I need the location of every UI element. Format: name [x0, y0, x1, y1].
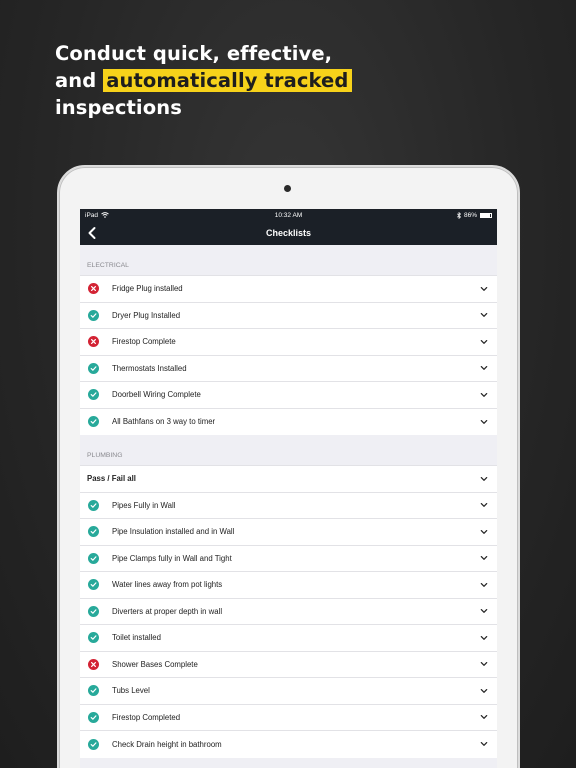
check-icon[interactable] — [88, 605, 99, 617]
checklist-item-label: Dryer Plug Installed — [112, 310, 181, 320]
x-icon[interactable] — [88, 336, 99, 348]
checklist-item[interactable]: Firestop Completed — [80, 705, 497, 731]
status-bar: iPad 10:32 AM 86% — [80, 209, 497, 221]
pass-fail-all-row[interactable]: Pass / Fail all — [80, 466, 497, 493]
chevron-down-icon[interactable] — [480, 391, 488, 399]
checklist-item[interactable]: Pipe Clamps fully in Wall and Tight — [80, 546, 497, 572]
chevron-down-icon[interactable] — [480, 364, 488, 372]
chevron-down-icon[interactable] — [480, 501, 488, 509]
headline-highlight: automatically tracked — [103, 69, 353, 92]
checklist-item-label: Pipes Fully in Wall — [112, 500, 176, 510]
chevron-down-icon[interactable] — [480, 581, 488, 589]
checklist-item-label: Tubs Level — [112, 686, 150, 696]
x-icon[interactable] — [88, 658, 99, 670]
checklist-item[interactable]: Check Drain height in bathroom — [80, 731, 497, 758]
chevron-down-icon[interactable] — [480, 285, 488, 293]
checklist-item[interactable]: Tubs Level — [80, 678, 497, 705]
chevron-down-icon[interactable] — [480, 740, 488, 748]
checklist-item-label: Doorbell Wiring Complete — [112, 390, 201, 400]
checklist-item[interactable]: Firestop Complete — [80, 329, 497, 356]
check-icon[interactable] — [88, 389, 99, 401]
check-icon[interactable] — [88, 711, 99, 723]
headline-line-3: inspections — [55, 96, 182, 119]
checklist-item-label: Firestop Complete — [112, 337, 176, 347]
checklist-item-label: Firestop Completed — [112, 712, 181, 722]
section-gap — [80, 245, 497, 255]
checklist-item-label: Water lines away from pot lights — [112, 580, 223, 590]
chevron-down-icon[interactable] — [480, 660, 488, 668]
chevron-left-icon[interactable] — [85, 225, 99, 241]
checklist-item[interactable]: Dryer Plug Installed — [80, 303, 497, 329]
chevron-down-icon[interactable] — [480, 418, 488, 426]
headline: Conduct quick, effective, and automatica… — [55, 40, 353, 121]
chevron-down-icon[interactable] — [480, 338, 488, 346]
chevron-down-icon[interactable] — [480, 528, 488, 536]
chevron-down-icon[interactable] — [480, 475, 488, 483]
section-gap — [80, 435, 497, 445]
check-icon[interactable] — [88, 526, 99, 538]
checklist-item-label: Pipe Insulation installed and in Wall — [112, 527, 235, 537]
checklist-item[interactable]: Water lines away from pot lights — [80, 572, 497, 599]
battery-icon — [480, 212, 492, 218]
checklist-sections: ELECTRICAL Fridge Plug installed Dryer Plu… — [80, 255, 497, 758]
app-screen: iPad 10:32 AM 86% Checklists ELECTRICAL F… — [80, 209, 497, 768]
nav-title: Checklists — [265, 228, 312, 238]
check-icon[interactable] — [88, 632, 99, 644]
check-icon[interactable] — [88, 738, 99, 750]
section-header: PLUMBING — [80, 445, 497, 465]
checklist-item-label: Pipe Clamps fully in Wall and Tight — [112, 553, 232, 563]
chevron-down-icon[interactable] — [480, 607, 488, 615]
checklist-electrical: Fridge Plug installed Dryer Plug Installe… — [80, 275, 497, 435]
chevron-down-icon[interactable] — [480, 554, 488, 562]
checklist-item-label: Toilet installed — [112, 633, 161, 643]
nav-bar: Checklists — [80, 221, 497, 245]
check-icon[interactable] — [88, 499, 99, 511]
chevron-down-icon[interactable] — [480, 713, 488, 721]
check-icon[interactable] — [88, 362, 99, 374]
checklist-item-label: Shower Bases Complete — [112, 659, 198, 669]
chevron-down-icon[interactable] — [480, 311, 488, 319]
camera-icon — [284, 185, 291, 192]
check-icon[interactable] — [88, 309, 99, 321]
checklist-item-label: Check Drain height in bathroom — [112, 739, 222, 749]
checklist-item-label: Thermostats Installed — [112, 363, 187, 373]
check-icon[interactable] — [88, 416, 99, 428]
checklist-item[interactable]: Diverters at proper depth in wall — [80, 599, 497, 625]
check-icon[interactable] — [88, 552, 99, 564]
check-icon[interactable] — [88, 579, 99, 591]
checklist-item[interactable]: Toilet installed — [80, 625, 497, 652]
checklist-item[interactable]: Pipes Fully in Wall — [80, 493, 497, 519]
chevron-down-icon[interactable] — [480, 634, 488, 642]
headline-line-1: Conduct quick, effective, — [55, 42, 333, 65]
checklist-item[interactable]: Fridge Plug installed — [80, 276, 497, 303]
headline-line-2-prefix: and — [55, 69, 97, 92]
checklist-item[interactable]: Thermostats Installed — [80, 356, 497, 382]
checklist-item-label: Fridge Plug installed — [112, 284, 183, 294]
pass-fail-all-label: Pass / Fail all — [87, 474, 136, 484]
chevron-down-icon[interactable] — [480, 687, 488, 695]
checklist-item[interactable]: Doorbell Wiring Complete — [80, 382, 497, 409]
checklist-item[interactable]: All Bathfans on 3 way to timer — [80, 409, 497, 436]
checklist-item-label: All Bathfans on 3 way to timer — [112, 417, 216, 427]
headline-line-2: and automatically tracked — [55, 67, 353, 94]
status-time: 10:32 AM — [274, 211, 303, 219]
section-header: ELECTRICAL — [80, 255, 497, 275]
checklist-item[interactable]: Pipe Insulation installed and in Wall — [80, 519, 497, 546]
x-icon[interactable] — [88, 283, 99, 295]
check-icon[interactable] — [88, 685, 99, 697]
checklist-plumbing: Pass / Fail all Pipes Fully in Wall Pipe I… — [80, 465, 497, 758]
checklist-item-label: Diverters at proper depth in wall — [112, 606, 223, 616]
checklist-item[interactable]: Shower Bases Complete — [80, 652, 497, 678]
